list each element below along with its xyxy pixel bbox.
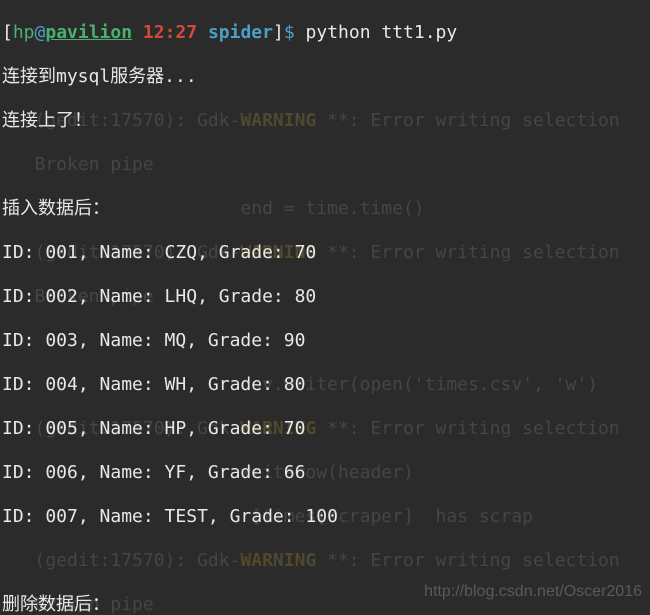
prompt-dir: spider	[208, 22, 273, 43]
section-insert-header: 插入数据后：	[2, 198, 650, 220]
terminal-output: [hp@pavilion 12:27 spider]$ python ttt1.…	[0, 0, 650, 615]
prompt-at: @	[35, 22, 46, 43]
command-text: python ttt1.py	[306, 22, 458, 43]
prompt-host: pavilion	[45, 22, 132, 43]
prompt-dollar: $	[284, 22, 295, 43]
terminal-window[interactable]: (gedit:17570): Gdk-WARNING **: Error wri…	[0, 0, 650, 615]
bracket-open: [	[2, 22, 13, 43]
watermark: http://blog.csdn.net/Oscer2016	[424, 581, 642, 603]
prompt-user: hp	[13, 22, 35, 43]
data-row: ID: 007, Name: TEST, Grade: 100	[2, 506, 650, 528]
data-row: ID: 003, Name: MQ, Grade: 90	[2, 330, 650, 352]
data-row: ID: 005, Name: HP, Grade: 70	[2, 418, 650, 440]
connect-line: 连接到mysql服务器...	[2, 66, 650, 88]
connected-line: 连接上了！	[2, 110, 650, 132]
bracket-close: ]	[273, 22, 284, 43]
data-row: ID: 002, Name: LHQ, Grade: 80	[2, 286, 650, 308]
data-row: ID: 001, Name: CZQ, Grade: 70	[2, 242, 650, 264]
data-row: ID: 006, Name: YF, Grade: 66	[2, 462, 650, 484]
prompt-line[interactable]: [hp@pavilion 12:27 spider]$ python ttt1.…	[2, 22, 650, 44]
data-row: ID: 004, Name: WH, Grade: 80	[2, 374, 650, 396]
prompt-time: 12:27	[143, 22, 197, 43]
